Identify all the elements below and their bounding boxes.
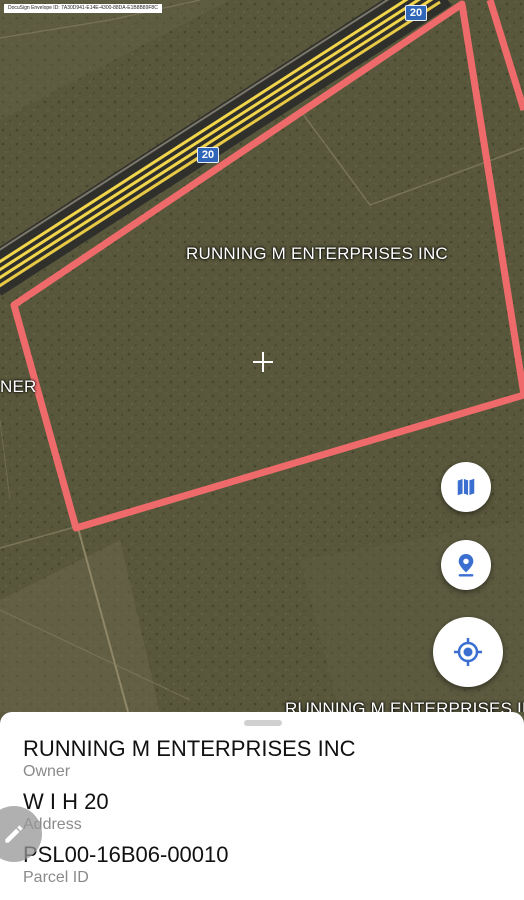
- owner-value: RUNNING M ENTERPRISES INC: [23, 736, 356, 761]
- parcel-owner-label-partial: NER: [0, 377, 37, 396]
- parcel-details-sheet[interactable]: RUNNING M ENTERPRISES INC Owner W I H 20…: [0, 712, 524, 900]
- sheet-drag-handle[interactable]: [244, 720, 282, 726]
- parcel-owner-label: RUNNING M ENTERPRISES INC: [186, 244, 448, 263]
- parcel-id-label: Parcel ID: [23, 869, 89, 886]
- owner-label: Owner: [23, 763, 71, 780]
- map-layers-button[interactable]: [441, 462, 491, 512]
- location-pin-icon: [458, 554, 474, 577]
- interstate-shield-mid: 20: [197, 147, 219, 163]
- drop-pin-button[interactable]: [441, 540, 491, 590]
- map-icon: [457, 478, 475, 496]
- satellite-map[interactable]: DocuSign Envelope ID: 7A30D941-E14E-4300…: [0, 0, 524, 712]
- pencil-icon: [5, 825, 23, 843]
- parcel-id-value: PSL00-16B06-00010: [23, 842, 229, 867]
- my-location-button[interactable]: [433, 617, 503, 687]
- address-value: W I H 20: [23, 789, 109, 814]
- parcel-owner-label-bottom: RUNNING M ENTERPRISES INC: [285, 699, 524, 712]
- docusign-envelope-id: DocuSign Envelope ID: 7A30D941-E14E-4300…: [4, 4, 162, 13]
- map-center-crosshair: [253, 352, 273, 372]
- interstate-shield-top: 20: [405, 5, 427, 21]
- my-location-icon: [454, 638, 482, 666]
